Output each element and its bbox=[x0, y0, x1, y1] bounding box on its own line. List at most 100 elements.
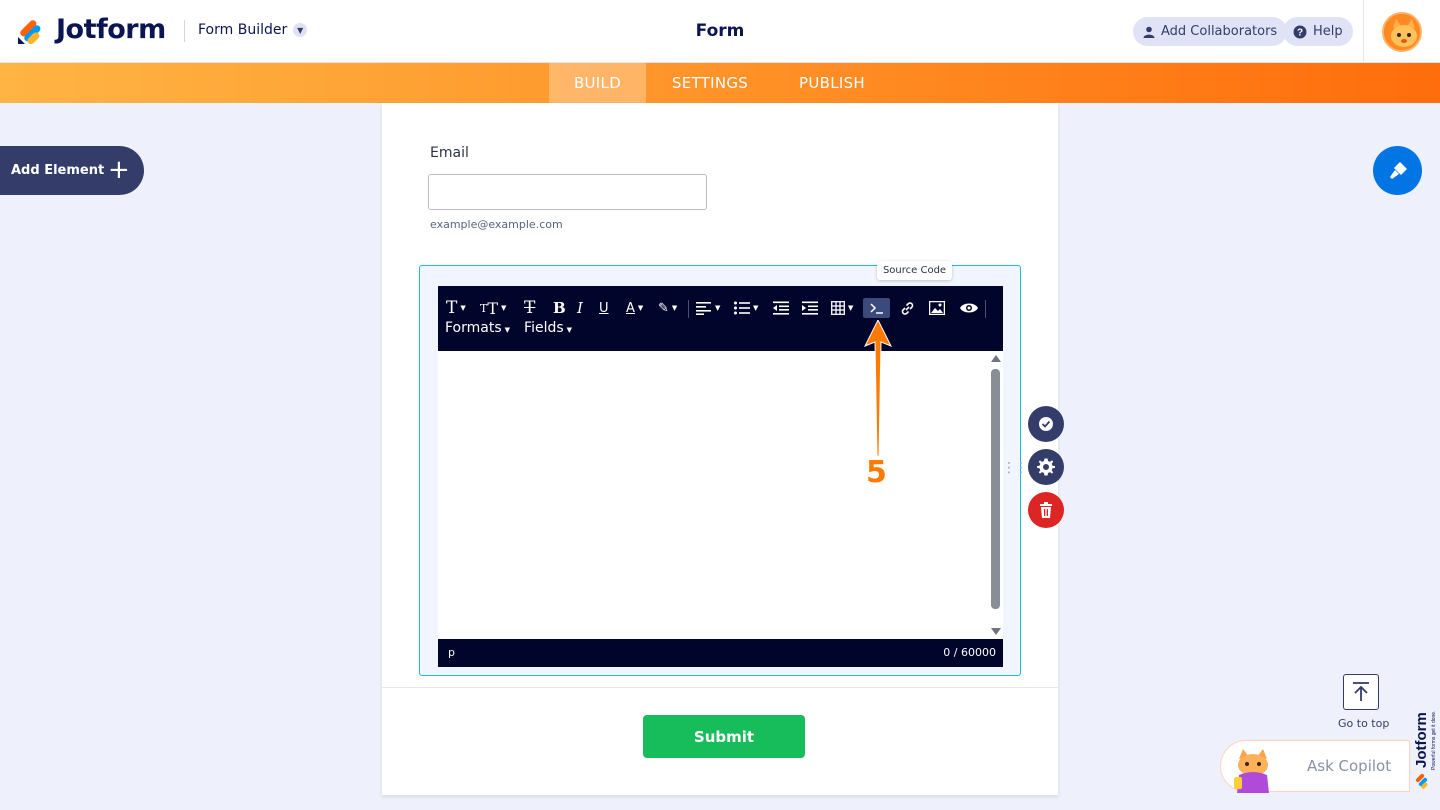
field-done-button[interactable] bbox=[1028, 406, 1064, 442]
plus-icon: + bbox=[108, 155, 130, 185]
help-label: Help bbox=[1313, 24, 1343, 39]
rich-text-editor: T ▼ T T ▼ T B I U A ▼ ✎ ▼ ▼ ▼ ▼ Formats … bbox=[438, 286, 1003, 667]
editor-statusbar: p 0 / 60000 bbox=[438, 639, 1003, 667]
highlighter-icon: ✎ bbox=[658, 300, 669, 316]
editor-toolbar: T ▼ T T ▼ T B I U A ▼ ✎ ▼ ▼ ▼ ▼ Formats … bbox=[438, 286, 1003, 351]
bold-icon: B bbox=[553, 299, 566, 317]
source-code-button[interactable] bbox=[863, 298, 890, 318]
font-family-icon: T bbox=[446, 298, 458, 318]
toolbar-separator bbox=[985, 300, 986, 318]
paragraph-field-selected[interactable]: Source Code T ▼ T T ▼ T B I U A ▼ ✎ ▼ ▼ ▼ bbox=[419, 261, 1021, 676]
link-icon bbox=[901, 301, 914, 315]
form-builder-label: Form Builder bbox=[198, 22, 288, 38]
tab-settings[interactable]: SETTINGS bbox=[660, 63, 760, 103]
ask-copilot-label: Ask Copilot bbox=[1307, 757, 1392, 775]
font-size-icon: T bbox=[480, 301, 488, 315]
field-settings-button[interactable] bbox=[1028, 449, 1064, 485]
italic-button[interactable]: I bbox=[577, 298, 583, 318]
link-button[interactable] bbox=[900, 298, 915, 318]
terminal-icon bbox=[869, 303, 883, 314]
go-to-top-label: Go to top bbox=[1338, 717, 1390, 730]
bullet-list-icon bbox=[734, 301, 750, 315]
scroll-thumb[interactable] bbox=[991, 369, 1000, 609]
indent-button[interactable] bbox=[802, 298, 818, 318]
italic-icon: I bbox=[577, 299, 583, 317]
drag-handle-icon[interactable]: ⋮⋮ bbox=[1002, 460, 1028, 476]
formats-dropdown[interactable]: Formats ▼ bbox=[445, 320, 510, 336]
image-button[interactable] bbox=[929, 298, 945, 318]
add-element-label: Add Element bbox=[11, 163, 105, 178]
cat-avatar-icon bbox=[1384, 14, 1420, 50]
source-code-tooltip: Source Code bbox=[877, 261, 952, 280]
avatar[interactable] bbox=[1382, 12, 1422, 52]
fields-dropdown[interactable]: Fields ▼ bbox=[524, 320, 572, 336]
scroll-down-arrow[interactable] bbox=[991, 628, 1001, 635]
fields-label: Fields bbox=[524, 320, 564, 336]
image-icon bbox=[929, 301, 945, 315]
text-color-button[interactable]: A ▼ bbox=[626, 298, 643, 318]
list-button[interactable]: ▼ bbox=[734, 298, 758, 318]
check-circle-icon bbox=[1039, 417, 1053, 431]
arrow-up-icon bbox=[1343, 674, 1379, 710]
eye-icon bbox=[960, 303, 978, 313]
outdent-icon bbox=[773, 301, 789, 315]
header-separator bbox=[1363, 0, 1364, 63]
indent-icon bbox=[802, 301, 818, 315]
builder-nav: BUILD SETTINGS PUBLISH bbox=[0, 63, 1440, 103]
underline-icon: U bbox=[599, 300, 609, 316]
form-builder-dropdown[interactable]: Form Builder ▼ bbox=[198, 22, 308, 38]
help-button[interactable]: ? Help bbox=[1283, 17, 1353, 46]
help-icon: ? bbox=[1293, 25, 1307, 38]
tab-build[interactable]: BUILD bbox=[549, 63, 646, 103]
clear-formatting-button[interactable]: T bbox=[524, 298, 535, 318]
outdent-button[interactable] bbox=[773, 298, 789, 318]
table-button[interactable]: ▼ bbox=[831, 298, 853, 318]
formats-label: Formats bbox=[445, 320, 502, 336]
submit-button[interactable]: Submit bbox=[643, 715, 805, 758]
element-path[interactable]: p bbox=[448, 646, 455, 659]
jotform-logo[interactable]: Jotform bbox=[17, 14, 166, 45]
copilot-cat-icon bbox=[1234, 749, 1269, 793]
scroll-up-arrow[interactable] bbox=[991, 355, 1001, 362]
brand-name: Jotform bbox=[56, 14, 166, 45]
form-designer-button[interactable] bbox=[1373, 146, 1422, 195]
jotform-vertical-logo-icon: Jotform Powerful forms get it done. bbox=[1413, 711, 1437, 789]
email-field-label[interactable]: Email bbox=[430, 145, 469, 161]
underline-button[interactable]: U bbox=[599, 298, 609, 318]
chevron-down-icon: ▼ bbox=[293, 23, 308, 37]
editor-scrollbar[interactable] bbox=[990, 355, 1001, 635]
toolbar-separator bbox=[688, 300, 689, 318]
font-size-button[interactable]: T T ▼ bbox=[480, 298, 506, 318]
jotform-vertical-brand: Jotform bbox=[1413, 712, 1430, 768]
tab-publish[interactable]: PUBLISH bbox=[785, 63, 879, 103]
editor-content-area[interactable] bbox=[438, 351, 1003, 639]
align-button[interactable]: ▼ bbox=[696, 298, 720, 318]
form-footer-divider bbox=[382, 687, 1058, 688]
table-icon bbox=[831, 301, 845, 315]
page-title[interactable]: Form bbox=[620, 21, 820, 41]
annotation-step-number: 5 bbox=[866, 455, 887, 490]
svg-text:?: ? bbox=[1297, 27, 1303, 38]
clear-formatting-icon: T bbox=[524, 298, 536, 318]
paint-roller-icon bbox=[1389, 161, 1407, 179]
text-color-icon: A bbox=[626, 300, 635, 316]
caret-down-icon: ▼ bbox=[504, 326, 511, 334]
gear-icon bbox=[1037, 458, 1055, 476]
add-collaborators-label: Add Collaborators bbox=[1161, 24, 1278, 39]
go-to-top-button[interactable]: Go to top bbox=[1338, 674, 1390, 730]
bold-button[interactable]: B bbox=[553, 298, 566, 318]
highlight-button[interactable]: ✎ ▼ bbox=[658, 298, 677, 318]
email-sublabel[interactable]: example@example.com bbox=[430, 218, 563, 231]
add-element-button[interactable]: Add Element + bbox=[0, 146, 144, 195]
align-left-icon bbox=[696, 302, 711, 315]
trash-icon bbox=[1040, 502, 1052, 518]
email-field[interactable] bbox=[428, 174, 707, 210]
header-divider bbox=[184, 20, 185, 42]
ask-copilot-button[interactable]: Ask Copilot bbox=[1220, 740, 1410, 793]
jotform-vertical-tagline: Powerful forms get it done. bbox=[1431, 711, 1437, 770]
font-family-button[interactable]: T ▼ bbox=[446, 298, 466, 318]
char-count: 0 / 60000 bbox=[943, 646, 996, 659]
add-collaborators-button[interactable]: Add Collaborators bbox=[1133, 17, 1288, 46]
field-delete-button[interactable] bbox=[1028, 492, 1064, 528]
preview-button[interactable] bbox=[959, 298, 979, 318]
